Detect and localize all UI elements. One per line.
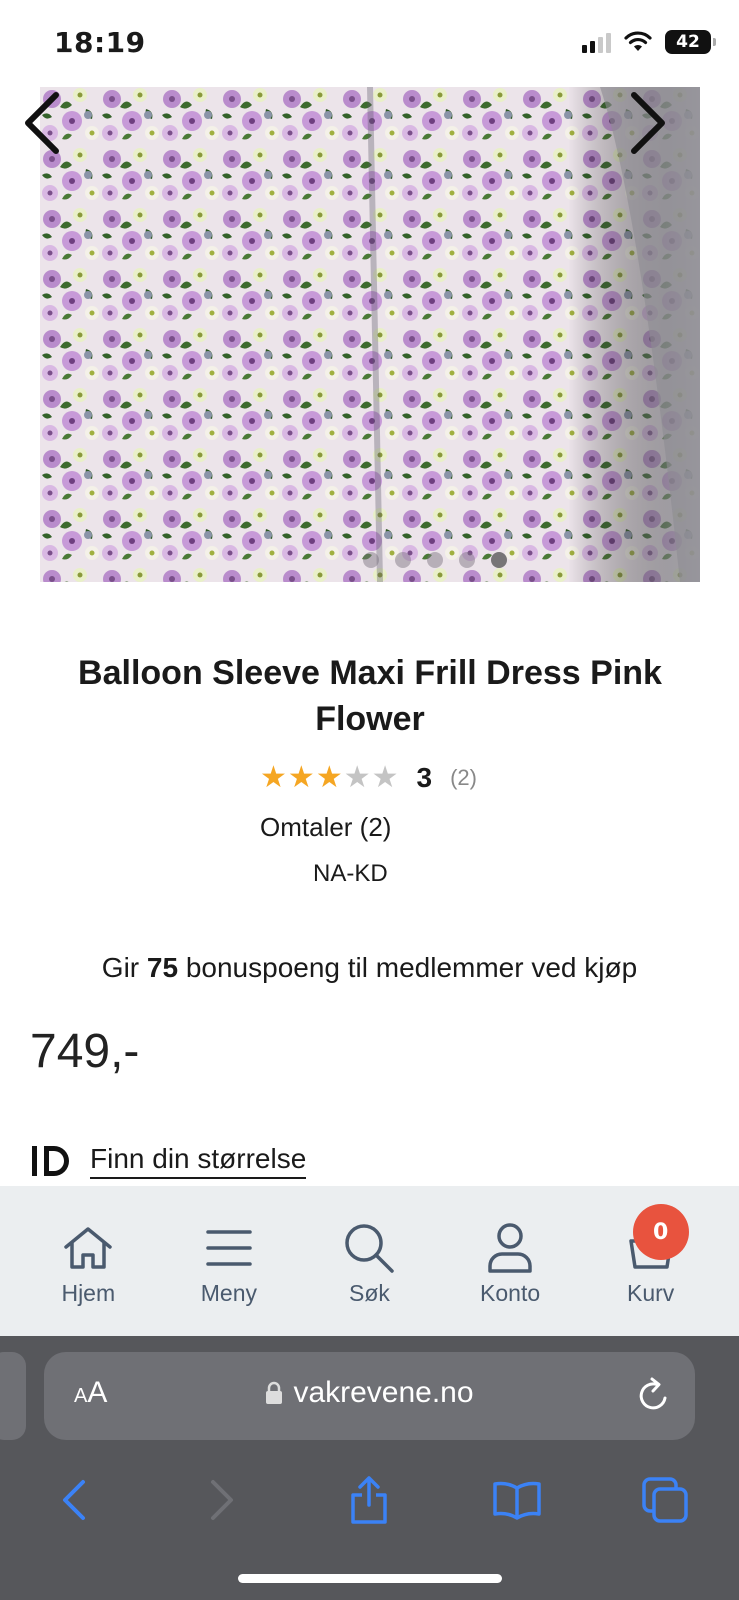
nav-account[interactable]: Konto — [450, 1186, 570, 1336]
tabs-icon — [642, 1477, 688, 1523]
nav-home[interactable]: Hjem — [28, 1186, 148, 1336]
signal-icon — [582, 31, 611, 53]
wifi-icon — [624, 31, 652, 51]
bonus-suffix: bonuspoeng til medlemmer ved kjøp — [185, 952, 638, 983]
star-filled-icon: ★ — [260, 760, 287, 795]
nav-menu-label: Meny — [200, 1280, 258, 1306]
gallery-dot[interactable] — [459, 552, 475, 568]
product-title: Balloon Sleeve Maxi Frill Dress Pink Flo… — [78, 654, 662, 738]
address-bar[interactable]: AA vakrevene.no — [44, 1352, 695, 1440]
bonus-points: 75 — [146, 952, 179, 983]
nav-menu[interactable]: Meny — [169, 1186, 289, 1336]
rating-value: 3 — [416, 762, 433, 793]
star-empty-icon: ★ — [371, 760, 399, 795]
nav-account-label: Konto — [480, 1280, 541, 1306]
star-filled-icon: ★ — [287, 760, 315, 795]
lock-icon — [266, 1381, 283, 1404]
tabs-button[interactable] — [635, 1470, 695, 1530]
bottom-nav: Hjem Meny Søk Konto Kurv 0 — [0, 1186, 739, 1336]
chevron-right-icon — [631, 92, 665, 154]
cart-count-badge: 0 — [632, 1204, 689, 1260]
share-button[interactable] — [339, 1470, 399, 1530]
nav-search[interactable]: Søk — [309, 1186, 429, 1336]
chevron-left-icon — [25, 92, 59, 154]
nav-home-label: Hjem — [61, 1280, 116, 1306]
nav-search-label: Søk — [349, 1280, 390, 1306]
rating-stars: ★ ★ ★ ★ ★ — [260, 763, 399, 793]
home-icon — [60, 1222, 116, 1274]
star-empty-icon: ★ — [343, 760, 371, 795]
gallery-prev-button[interactable] — [12, 88, 72, 158]
reload-button[interactable] — [635, 1376, 671, 1418]
browser-forward-button[interactable] — [192, 1470, 252, 1530]
back-arrow-icon — [62, 1480, 85, 1520]
rating-row: ★ ★ ★ ★ ★ 3 (2) — [260, 762, 477, 794]
gallery-dot[interactable] — [395, 552, 411, 568]
gallery-dot[interactable] — [427, 552, 443, 568]
reviews-link[interactable]: Omtaler (2) — [260, 812, 391, 843]
price: 749,- — [30, 1025, 140, 1078]
floral-dress-photo — [40, 87, 700, 582]
battery-icon: 42 — [665, 30, 716, 54]
star-filled-icon: ★ — [315, 760, 343, 795]
gallery-next-button[interactable] — [618, 88, 678, 158]
gallery-dot[interactable] — [363, 552, 379, 568]
status-bar: 18:19 42 — [0, 0, 739, 88]
browser-toolbar — [0, 1460, 739, 1540]
size-id-icon — [32, 1146, 69, 1176]
status-time: 18:19 — [54, 26, 146, 59]
browser-chrome: AA vakrevene.no — [0, 1336, 739, 1600]
search-icon — [341, 1222, 397, 1274]
product-image[interactable] — [40, 87, 700, 582]
user-icon — [482, 1222, 538, 1274]
home-indicator[interactable] — [238, 1574, 502, 1583]
share-icon — [351, 1476, 388, 1524]
bonus-prefix: Gir — [101, 952, 140, 983]
forward-arrow-icon — [210, 1480, 233, 1520]
nav-cart[interactable]: Kurv 0 — [591, 1186, 711, 1336]
rating-count: (2) — [450, 765, 477, 790]
size-finder-link[interactable]: Finn din størrelse — [30, 1143, 307, 1179]
previous-tab[interactable] — [0, 1352, 26, 1440]
bookmarks-button[interactable] — [487, 1470, 547, 1530]
gallery-dot[interactable] — [491, 552, 507, 568]
size-finder-label: Finn din størrelse — [90, 1143, 307, 1179]
nav-cart-label: Kurv — [627, 1280, 675, 1306]
url-display[interactable]: vakrevene.no — [44, 1376, 695, 1410]
url-text: vakrevene.no — [293, 1376, 474, 1409]
bonus-points-text: Gir 75 bonuspoeng til medlemmer ved kjøp — [0, 952, 739, 984]
browser-back-button[interactable] — [44, 1470, 104, 1530]
book-icon — [493, 1481, 542, 1520]
brand-name[interactable]: NA-KD — [313, 860, 388, 888]
gallery-dots — [40, 552, 700, 568]
status-icons: 42 — [582, 30, 716, 54]
menu-icon — [201, 1222, 257, 1274]
reload-icon — [639, 1377, 667, 1410]
